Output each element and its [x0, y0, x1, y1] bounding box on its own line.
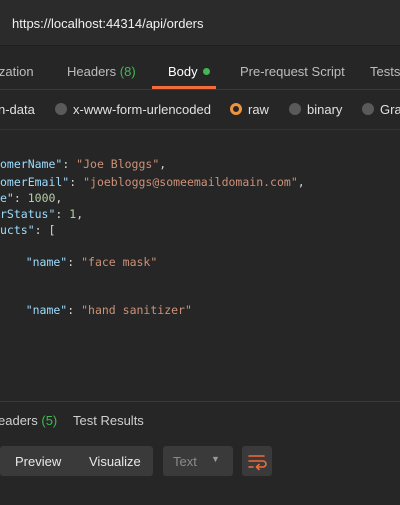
response-tab-test-results[interactable]: Test Results: [73, 413, 144, 428]
format-select[interactable]: Text ▼: [163, 446, 233, 476]
response-headers-count: (5): [41, 413, 58, 428]
tab-label: Pre-request Script: [240, 64, 345, 79]
code-line: ucts": [: [0, 222, 55, 238]
json-key: omerEmail": [0, 175, 70, 189]
json-colon: :: [67, 255, 82, 269]
request-tabs: ization Headers (8) Body Pre-request Scr…: [0, 46, 400, 90]
json-colon: :: [67, 303, 82, 317]
tab-authorization[interactable]: ization: [0, 64, 34, 79]
postman-request-window: https://localhost:44314/api/orders izati…: [0, 0, 400, 505]
radio-urlencoded[interactable]: [55, 103, 67, 115]
code-line: omerEmail": "joebloggs@someemaildomain.c…: [0, 174, 305, 190]
radio-graphql[interactable]: [362, 103, 374, 115]
tab-tests[interactable]: Tests: [370, 64, 400, 79]
radio-label-raw[interactable]: raw: [248, 102, 269, 117]
wrap-lines-button[interactable]: [242, 446, 272, 476]
response-tab-headers[interactable]: eaders (5): [0, 413, 57, 428]
json-value: "hand sanitizer": [81, 303, 192, 317]
preview-button[interactable]: Preview: [15, 454, 61, 469]
json-punct: ,: [55, 191, 63, 205]
json-colon: :: [62, 157, 77, 171]
json-value: "joebloggs@someemaildomain.com": [83, 175, 298, 189]
request-url[interactable]: https://localhost:44314/api/orders: [12, 16, 204, 31]
radio-label-graphql[interactable]: Gra: [380, 102, 400, 117]
tab-label: Test Results: [73, 413, 144, 428]
tab-pre-request-script[interactable]: Pre-request Script: [240, 64, 345, 79]
request-body-editor[interactable]: omerName": "Joe Bloggs", omerEmail": "jo…: [0, 146, 400, 396]
json-punct: ,: [0, 273, 1, 287]
code-line: ,: [0, 272, 1, 288]
tab-body[interactable]: Body: [168, 64, 210, 79]
code-line: e": 1000,: [0, 190, 62, 206]
json-value: "face mask": [81, 255, 158, 269]
json-colon: :: [69, 175, 84, 189]
radio-label-urlencoded[interactable]: x-www-form-urlencoded: [73, 102, 211, 117]
json-key: "name": [0, 255, 68, 269]
tab-headers[interactable]: Headers (8): [67, 64, 136, 79]
json-value: "Joe Bloggs": [76, 157, 160, 171]
json-colon: :: [13, 191, 28, 205]
json-key: ucts": [0, 223, 35, 237]
radio-label-binary[interactable]: binary: [307, 102, 342, 117]
json-punct: ,: [159, 157, 167, 171]
visualize-button[interactable]: Visualize: [89, 454, 141, 469]
radio-raw[interactable]: [230, 103, 242, 115]
radio-label-form-data[interactable]: n-data: [0, 102, 35, 117]
tab-label: Body: [168, 64, 198, 79]
body-type-selector: n-data x-www-form-urlencoded raw binary …: [0, 90, 400, 130]
url-bar[interactable]: https://localhost:44314/api/orders: [0, 0, 400, 46]
json-colon: :: [34, 223, 49, 237]
json-key: e": [0, 191, 14, 205]
tab-label: ization: [0, 64, 34, 79]
code-line: omerName": "Joe Bloggs",: [0, 156, 166, 172]
json-punct: ,: [76, 207, 84, 221]
json-value: [: [48, 223, 56, 237]
view-mode-group: Preview Visualize: [0, 446, 153, 476]
json-value: 1000: [27, 191, 56, 205]
code-line: "name": "face mask": [0, 254, 158, 270]
json-punct: ,: [297, 175, 305, 189]
tab-label: Tests: [370, 64, 400, 79]
code-line: "name": "hand sanitizer": [0, 302, 192, 318]
code-line: rStatus": 1,: [0, 206, 83, 222]
format-select-value: Text: [173, 454, 197, 469]
chevron-down-icon: ▼: [211, 454, 220, 464]
radio-binary[interactable]: [289, 103, 301, 115]
json-key: omerName": [0, 157, 63, 171]
body-indicator-dot-icon: [202, 68, 210, 76]
json-colon: :: [55, 207, 70, 221]
active-tab-underline: [152, 86, 216, 89]
wrap-lines-icon: [248, 455, 267, 471]
json-key: "name": [0, 303, 68, 317]
headers-count: (8): [119, 64, 136, 79]
response-tabs: eaders (5) Test Results: [0, 402, 400, 440]
tab-label: eaders: [0, 413, 38, 428]
json-key: rStatus": [0, 207, 56, 221]
response-toolbar: Preview Visualize Text ▼: [0, 446, 400, 478]
tab-label: Headers: [67, 64, 117, 79]
